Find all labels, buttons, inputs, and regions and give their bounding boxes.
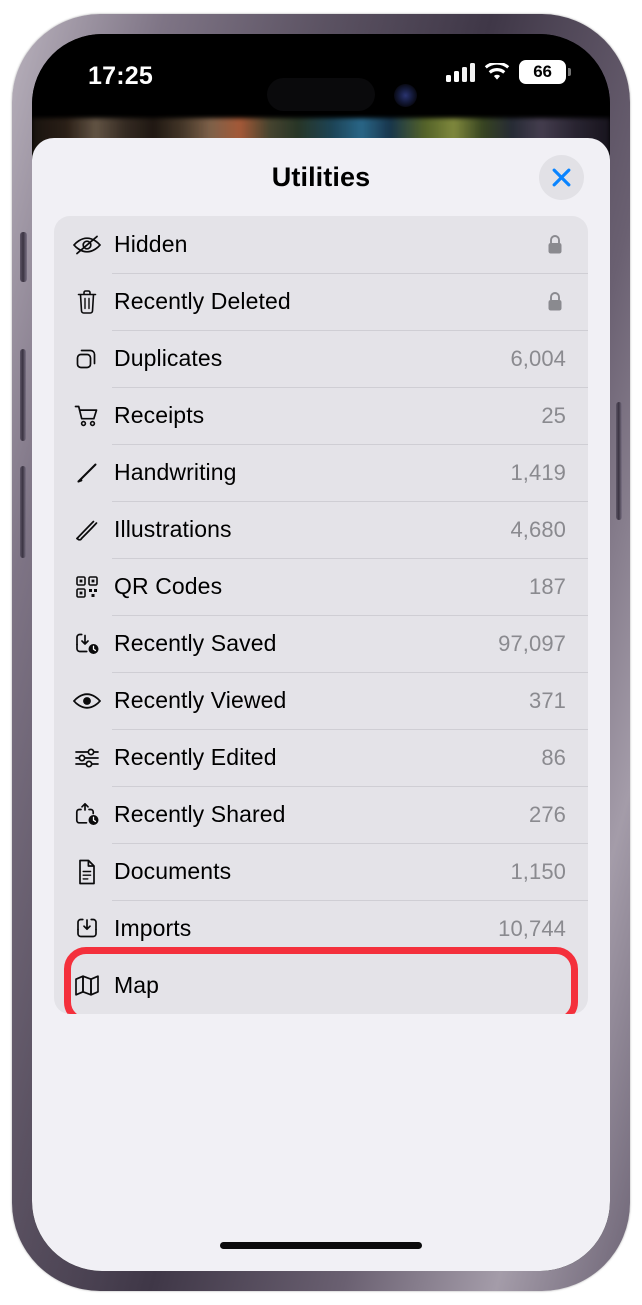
- qr-code-icon: [70, 572, 104, 602]
- cellular-bars-icon: [446, 62, 475, 82]
- lock-icon: [544, 234, 566, 255]
- list-item-recently-shared[interactable]: Recently Shared 276: [54, 786, 588, 843]
- list-item-label: Imports: [114, 915, 192, 941]
- list-item-imports[interactable]: Imports 10,744: [54, 900, 588, 957]
- status-bar: 17:25 66: [32, 34, 610, 120]
- utilities-sheet: Utilities Hidden Recently Deleted Duplic…: [32, 138, 610, 1271]
- close-button[interactable]: [539, 155, 584, 200]
- tray-download-clock-icon: [70, 629, 104, 659]
- scribble-icon: [70, 515, 104, 545]
- list-item-recently-edited[interactable]: Recently Edited 86: [54, 729, 588, 786]
- volume-down-button[interactable]: [20, 466, 26, 558]
- list-item-label: Duplicates: [114, 345, 223, 371]
- sheet-header: Utilities: [32, 138, 610, 216]
- list-item-recently-deleted[interactable]: Recently Deleted: [54, 273, 588, 330]
- pencil-icon: [70, 458, 104, 488]
- sliders-icon: [70, 743, 104, 773]
- power-button[interactable]: [616, 402, 622, 520]
- battery-icon: 66: [519, 60, 571, 84]
- list-item-count: 86: [541, 744, 566, 770]
- volume-up-button[interactable]: [20, 349, 26, 441]
- trash-icon: [70, 287, 104, 317]
- list-item-label: Hidden: [114, 231, 188, 257]
- list-item-count: 97,097: [498, 630, 566, 656]
- highlighted-row-wrapper: Map: [54, 947, 588, 1014]
- action-button[interactable]: [20, 232, 27, 282]
- screen: 17:25 66 Utilities Hidden Recently Delet…: [32, 34, 610, 1271]
- list-item-label: Recently Edited: [114, 744, 277, 770]
- list-item-count: 187: [528, 573, 566, 599]
- dynamic-island: [267, 78, 375, 111]
- wifi-icon: [484, 62, 510, 80]
- tray-upload-icon: [70, 914, 104, 944]
- eye-icon: [70, 686, 104, 716]
- list-item-label: QR Codes: [114, 573, 223, 599]
- status-indicators: 66: [446, 60, 571, 84]
- eye-slash-icon: [70, 230, 104, 260]
- page-title: Utilities: [271, 162, 371, 192]
- list-item-label: Recently Shared: [114, 801, 286, 827]
- share-clock-icon: [70, 800, 104, 830]
- close-icon: [552, 168, 571, 187]
- list-item-label: Recently Deleted: [114, 288, 291, 314]
- screenshot-stage: 17:25 66 Utilities Hidden Recently Delet…: [0, 0, 642, 1305]
- list-item-label: Illustrations: [114, 516, 232, 542]
- list-item-documents[interactable]: Documents 1,150: [54, 843, 588, 900]
- list-item-count: 4,680: [510, 516, 566, 542]
- list-item-label: Recently Saved: [114, 630, 277, 656]
- list-item-count: 25: [541, 402, 566, 428]
- duplicate-icon: [70, 344, 104, 374]
- list-item-label: Map: [114, 972, 160, 998]
- phone-screen-bezel: 17:25 66 Utilities Hidden Recently Delet…: [32, 34, 610, 1271]
- utilities-list: Hidden Recently Deleted Duplicates 6,004…: [54, 216, 588, 1014]
- status-time: 17:25: [88, 62, 153, 90]
- list-item-count: 1,150: [510, 858, 566, 884]
- list-item-receipts[interactable]: Receipts 25: [54, 387, 588, 444]
- list-item-map[interactable]: Map: [54, 957, 588, 1014]
- front-camera-icon: [394, 84, 417, 107]
- cart-icon: [70, 401, 104, 431]
- list-item-qr-codes[interactable]: QR Codes 187: [54, 558, 588, 615]
- map-icon: [70, 971, 104, 1001]
- lock-icon: [544, 291, 566, 312]
- list-item-recently-viewed[interactable]: Recently Viewed 371: [54, 672, 588, 729]
- list-item-hidden[interactable]: Hidden: [54, 216, 588, 273]
- phone-frame: 17:25 66 Utilities Hidden Recently Delet…: [12, 14, 630, 1291]
- list-item-label: Documents: [114, 858, 232, 884]
- list-item-illustrations[interactable]: Illustrations 4,680: [54, 501, 588, 558]
- list-item-count: 6,004: [510, 345, 566, 371]
- battery-percent: 66: [533, 62, 552, 81]
- list-item-count: 371: [528, 687, 566, 713]
- list-item-count: 276: [528, 801, 566, 827]
- home-indicator: [220, 1242, 422, 1249]
- list-item-label: Handwriting: [114, 459, 237, 485]
- list-item-label: Recently Viewed: [114, 687, 287, 713]
- list-item-handwriting[interactable]: Handwriting 1,419: [54, 444, 588, 501]
- list-item-count: 1,419: [510, 459, 566, 485]
- document-icon: [70, 857, 104, 887]
- list-item-label: Receipts: [114, 402, 205, 428]
- list-item-recently-saved[interactable]: Recently Saved 97,097: [54, 615, 588, 672]
- list-item-count: 10,744: [498, 915, 566, 941]
- list-item-duplicates[interactable]: Duplicates 6,004: [54, 330, 588, 387]
